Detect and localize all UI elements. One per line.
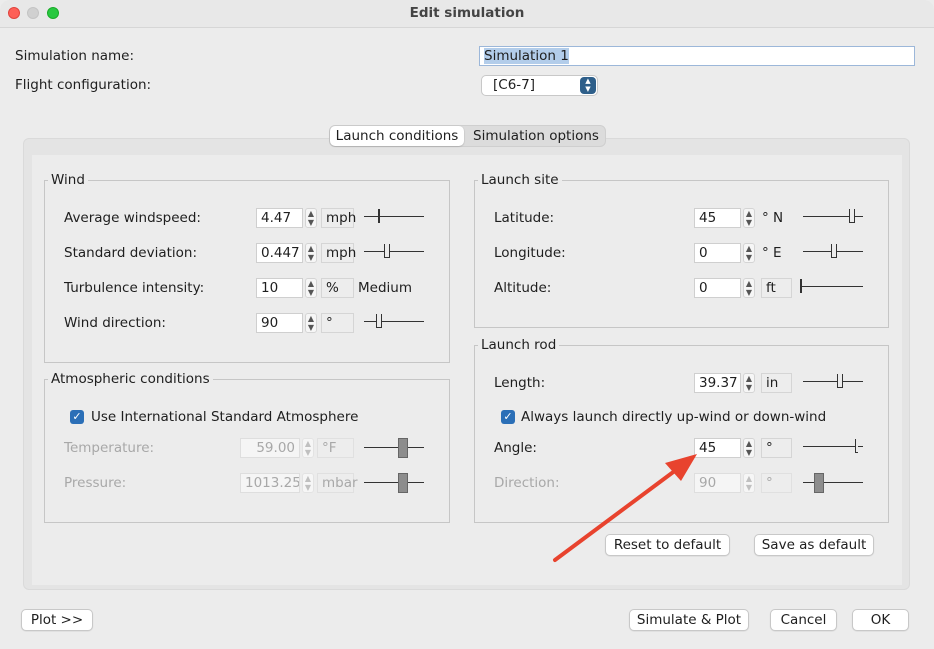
edit-simulation-window: Edit simulation Simulation name: Simulat… [0, 0, 934, 649]
annotation-arrow-icon [553, 454, 697, 562]
